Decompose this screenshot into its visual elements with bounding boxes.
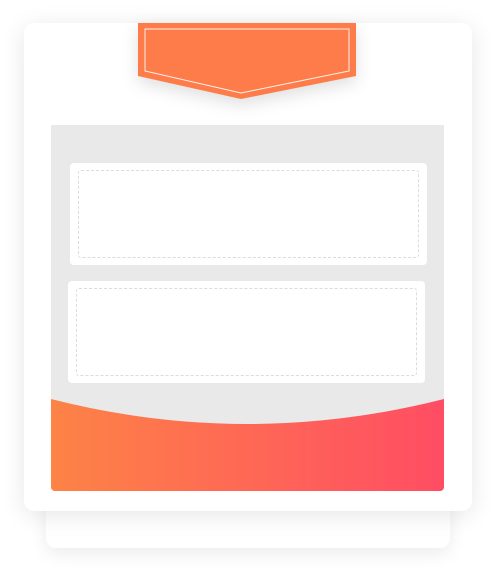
gradient-wave-footer — [51, 397, 444, 491]
upper-empty-slot[interactable] — [70, 163, 427, 265]
upper-slot-dashed-border — [78, 170, 419, 258]
template-canvas — [0, 0, 496, 574]
lower-empty-slot[interactable] — [68, 281, 425, 383]
content-panel — [51, 125, 444, 491]
ribbon-shape — [138, 23, 356, 99]
lower-slot-dashed-border — [76, 288, 417, 376]
ribbon-banner — [138, 23, 356, 99]
